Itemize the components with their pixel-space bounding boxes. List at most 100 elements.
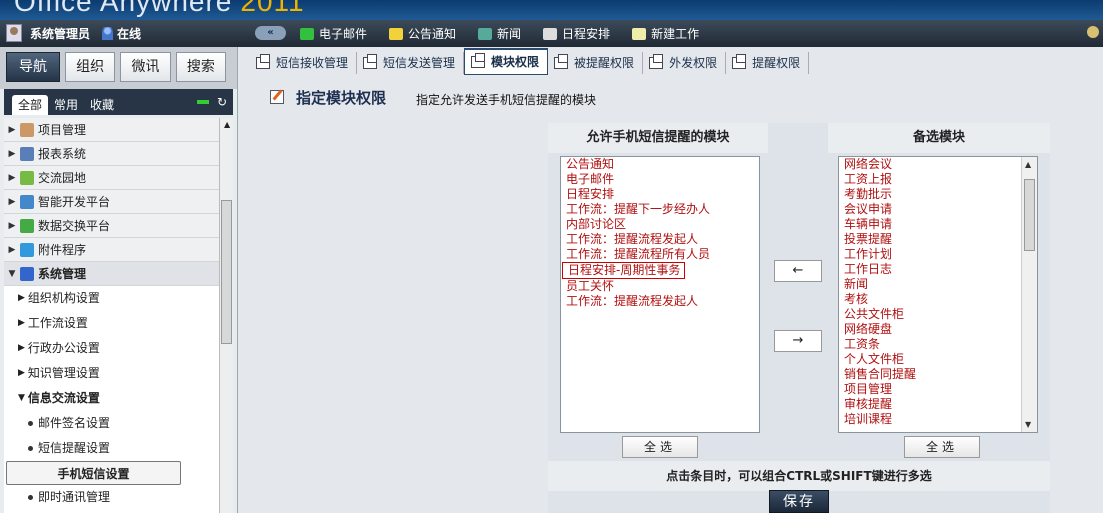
candidate-item[interactable]: 投票提醒 [839,232,1037,247]
candidate-item[interactable]: 公共文件柜 [839,307,1037,322]
tree-child[interactable]: ▼ 信息交流设置 [4,386,219,411]
tree-node-label: 附件程序 [38,242,87,257]
refresh-icon[interactable]: ↻ [217,95,227,109]
candidate-item[interactable]: 会议申请 [839,202,1037,217]
select-all-candidate-button[interactable]: 全选 [904,436,980,458]
quick-link-1[interactable]: 公告通知 [389,25,456,42]
allowed-item[interactable]: 公告通知 [561,157,759,172]
tree-node[interactable]: ▶ 智能开发平台 [4,190,219,214]
list-scrollbar[interactable]: ▲ ▼ [1021,157,1037,432]
quick-link-2[interactable]: 新闻 [478,25,521,42]
tree-node[interactable]: ▶ 附件程序 [4,238,219,262]
quick-link-0[interactable]: 电子邮件 [300,25,367,42]
candidate-item[interactable]: 个人文件柜 [839,352,1037,367]
module-icon [20,242,34,257]
sub-tab-0[interactable]: 全部 [12,95,49,115]
scroll-thumb[interactable] [221,200,232,344]
candidate-item[interactable]: 销售合同提醒 [839,367,1037,382]
tab-2[interactable]: 模块权限 [464,48,549,75]
tree-node[interactable]: ▶ 数据交换平台 [4,214,219,238]
sub-tab-2[interactable]: 收藏 [84,95,120,115]
candidate-item[interactable]: 网络会议 [839,157,1037,172]
tree-node-label: 项目管理 [38,122,87,137]
candidate-item[interactable]: 工作计划 [839,247,1037,262]
tree-node[interactable]: ▶ 报表系统 [4,142,219,166]
nav-tab-3[interactable]: 搜索 [175,52,227,82]
minimize-icon[interactable] [196,100,209,104]
tree-item[interactable]: 邮件签名设置 [4,411,219,436]
save-button[interactable]: 保存 [769,490,829,513]
tree-node[interactable]: ▼ 系统管理 [4,262,219,286]
allowed-item[interactable]: 工作流：提醒流程发起人 [561,232,759,247]
tree-item-selected[interactable]: 手机短信设置 [6,461,181,485]
expand-down-icon: ▼ [18,393,25,403]
quick-link-icon [478,27,493,40]
avatar [6,24,22,42]
allowed-item-label: 工作流：提醒下一步经办人 [566,202,711,216]
quick-link-label: 新闻 [497,27,522,41]
allowed-item[interactable]: 员工关怀 [561,279,759,294]
tree-child[interactable]: ▶ 行政办公设置 [4,336,219,361]
nav-tab-0[interactable]: 导航 [6,52,60,82]
allowed-item[interactable]: 电子邮件 [561,172,759,187]
select-all-allowed-button[interactable]: 全选 [622,436,698,458]
quick-link-label: 公告通知 [408,27,457,41]
candidate-item[interactable]: 工资条 [839,337,1037,352]
quick-link-3[interactable]: 日程安排 [543,25,610,42]
candidate-item[interactable]: 新闻 [839,277,1037,292]
allowed-item[interactable]: 工作流：提醒流程所有人员 [561,247,759,262]
expand-right-icon: ▶ [18,293,25,303]
candidate-item[interactable]: 工作日志 [839,262,1037,277]
tab-1[interactable]: 短信发送管理 [357,52,465,74]
module-icon [20,218,34,233]
tree-item-label: 邮件签名设置 [38,416,111,430]
tree-child-label: 工作流设置 [27,316,88,330]
app-banner: Office Anywhere 2011 [0,0,1103,20]
move-right-button[interactable]: → [774,330,822,352]
tree-node-label: 数据交换平台 [38,218,111,233]
online-status[interactable]: 在线 [102,25,141,42]
tree-scrollbar[interactable]: ▲ [219,118,233,513]
sub-tab-1[interactable]: 常用 [48,95,84,115]
settings-icon[interactable] [1087,26,1099,38]
allowed-item[interactable]: 工作流：提醒下一步经办人 [561,202,759,217]
tab-0[interactable]: 短信接收管理 [250,52,358,74]
allowed-modules-list[interactable]: 公告通知 电子邮件 日程安排 工作流：提醒下一步经办人 内部讨论区 工作流：提醒流程发起人… [560,156,760,433]
tree-item[interactable]: 短信提醒设置 [4,436,219,461]
scroll-up-icon[interactable]: ▲ [224,120,230,129]
nav-tab-1[interactable]: 组织 [64,52,116,82]
collapse-back-button[interactable]: « [255,26,286,40]
move-left-button[interactable]: ← [774,260,822,282]
expand-right-icon: ▶ [8,172,16,183]
window-icon [649,54,664,69]
tab-5[interactable]: 提醒权限 [726,52,810,74]
expand-right-icon: ▶ [8,220,16,231]
tree-node[interactable]: ▶ 项目管理 [4,118,219,142]
quick-link-icon [389,27,404,40]
nav-tab-2[interactable]: 微讯 [120,52,171,82]
candidate-item[interactable]: 网络硬盘 [839,322,1037,337]
allowed-item[interactable]: 内部讨论区 [561,217,759,232]
candidate-item[interactable]: 审核提醒 [839,397,1037,412]
tree-node[interactable]: ▶ 交流园地 [4,166,219,190]
candidate-item[interactable]: 车辆申请 [839,217,1037,232]
candidate-item[interactable]: 培训课程 [839,412,1037,427]
allowed-item[interactable]: 日程安排 [561,187,759,202]
quick-link-4[interactable]: 新建工作 [632,25,699,42]
tab-4[interactable]: 外发权限 [643,52,727,74]
candidate-item[interactable]: 考核 [839,292,1037,307]
candidate-item[interactable]: 工资上报 [839,172,1037,187]
tree-child[interactable]: ▶ 工作流设置 [4,311,219,336]
candidate-modules-list[interactable]: 网络会议 工资上报 考勤批示 会议申请 车辆申请 投票提醒 工作计划 工作日志 新闻 考核 公共文件… [838,156,1038,433]
candidate-item[interactable]: 项目管理 [839,382,1037,397]
tree-child[interactable]: ▶ 知识管理设置 [4,361,219,386]
allowed-item-label: 电子邮件 [566,172,615,186]
allowed-item[interactable]: 工作流：提醒流程发起人 [561,294,759,309]
candidate-item[interactable]: 考勤批示 [839,187,1037,202]
multi-select-hint: 点击条目时，可以组合CTRL或SHIFT键进行多选 [548,461,1050,491]
user-name[interactable]: 系统管理员 [30,25,90,42]
tree-child[interactable]: ▶ 组织机构设置 [4,286,219,311]
tab-3[interactable]: 被提醒权限 [548,52,644,74]
tree-item[interactable]: 即时通讯管理 [4,485,219,510]
allowed-item[interactable]: 日程安排-周期性事务 [561,262,759,279]
